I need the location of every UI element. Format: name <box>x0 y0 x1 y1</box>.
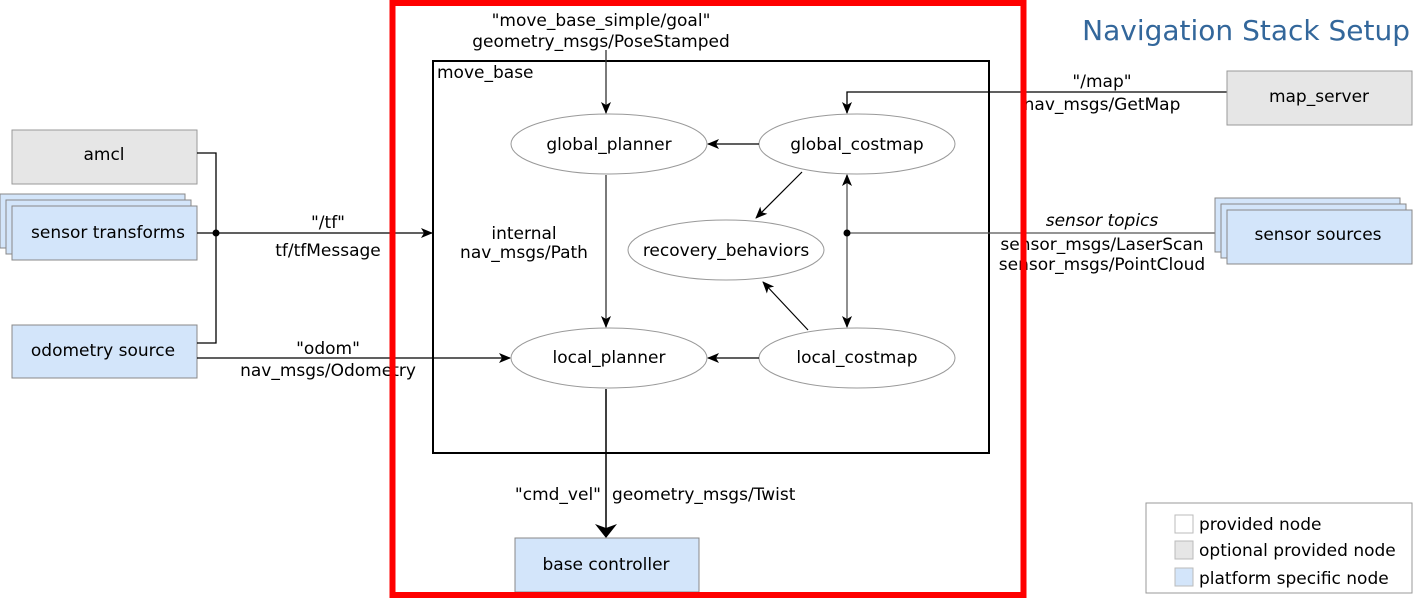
map-server-label: map_server <box>1269 87 1369 107</box>
sensor-type-laserscan: sensor_msgs/LaserScan <box>1000 235 1203 255</box>
path-label-type: nav_msgs/Path <box>460 243 588 263</box>
recovery-behaviors-node[interactable]: recovery_behaviors <box>627 219 825 281</box>
local-costmap-label: local_costmap <box>796 348 917 368</box>
goal-type-label: geometry_msgs/PoseStamped <box>472 32 730 52</box>
legend-item-platform: platform specific node <box>1174 567 1389 589</box>
legend: provided node optional provided node pla… <box>1145 502 1413 594</box>
cmd-vel-type-label: geometry_msgs/Twist <box>612 485 796 505</box>
sensor-transforms-label: sensor transforms <box>31 223 185 243</box>
global-planner-label: global_planner <box>546 135 671 155</box>
legend-label-optional: optional provided node <box>1199 541 1396 561</box>
global-costmap-node[interactable]: global_costmap <box>758 113 956 175</box>
tf-type-label: tf/tfMessage <box>275 241 381 261</box>
amcl-label: amcl <box>83 145 124 165</box>
legend-swatch-optional <box>1174 540 1194 560</box>
base-controller-node[interactable]: base controller <box>514 537 700 593</box>
map-topic-label: "/map" <box>1072 72 1131 92</box>
global-costmap-label: global_costmap <box>790 135 923 155</box>
odometry-source-label: odometry source <box>31 341 175 361</box>
legend-swatch-provided <box>1174 514 1194 534</box>
cmd-vel-topic-label: "cmd_vel" <box>515 485 601 505</box>
path-label-internal: internal <box>491 224 556 244</box>
sensor-junction-dot <box>843 229 851 237</box>
odometry-source-node[interactable]: odometry source <box>11 324 198 379</box>
goal-topic-label: "move_base_simple/goal" <box>492 11 711 31</box>
move-base-label: move_base <box>437 63 534 83</box>
legend-label-platform: platform specific node <box>1199 569 1389 589</box>
sensor-sources-label: sensor sources <box>1254 225 1381 245</box>
local-planner-node[interactable]: local_planner <box>510 327 708 389</box>
sensor-topics-label: sensor topics <box>1046 211 1159 231</box>
map-type-label: nav_msgs/GetMap <box>1024 95 1181 115</box>
amcl-node[interactable]: amcl <box>11 129 198 185</box>
local-costmap-node[interactable]: local_costmap <box>758 327 956 389</box>
odom-topic-label: "odom" <box>296 339 360 359</box>
sensor-sources-node[interactable]: sensor sources <box>1214 197 1413 265</box>
global-costmap-to-recovery-edge <box>755 171 803 219</box>
tf-topic-label: "/tf" <box>311 213 345 233</box>
local-costmap-to-recovery-edge <box>762 281 809 331</box>
sensor-transforms-node[interactable]: sensor transforms <box>0 193 198 261</box>
recovery-behaviors-label: recovery_behaviors <box>643 241 810 261</box>
legend-swatch-platform <box>1174 567 1194 587</box>
legend-item-optional: optional provided node <box>1174 540 1396 561</box>
sensor-type-pointcloud: sensor_msgs/PointCloud <box>999 255 1205 275</box>
map-server-node[interactable]: map_server <box>1226 70 1413 126</box>
base-controller-label: base controller <box>542 555 669 575</box>
diagram-title: Navigation Stack Setup <box>1082 14 1410 47</box>
legend-label-provided: provided node <box>1199 515 1321 535</box>
local-planner-label: local_planner <box>552 348 665 368</box>
navigation-stack-diagram: Navigation Stack Setup move_base amcl se… <box>0 0 1413 598</box>
global-planner-node[interactable]: global_planner <box>510 113 708 175</box>
